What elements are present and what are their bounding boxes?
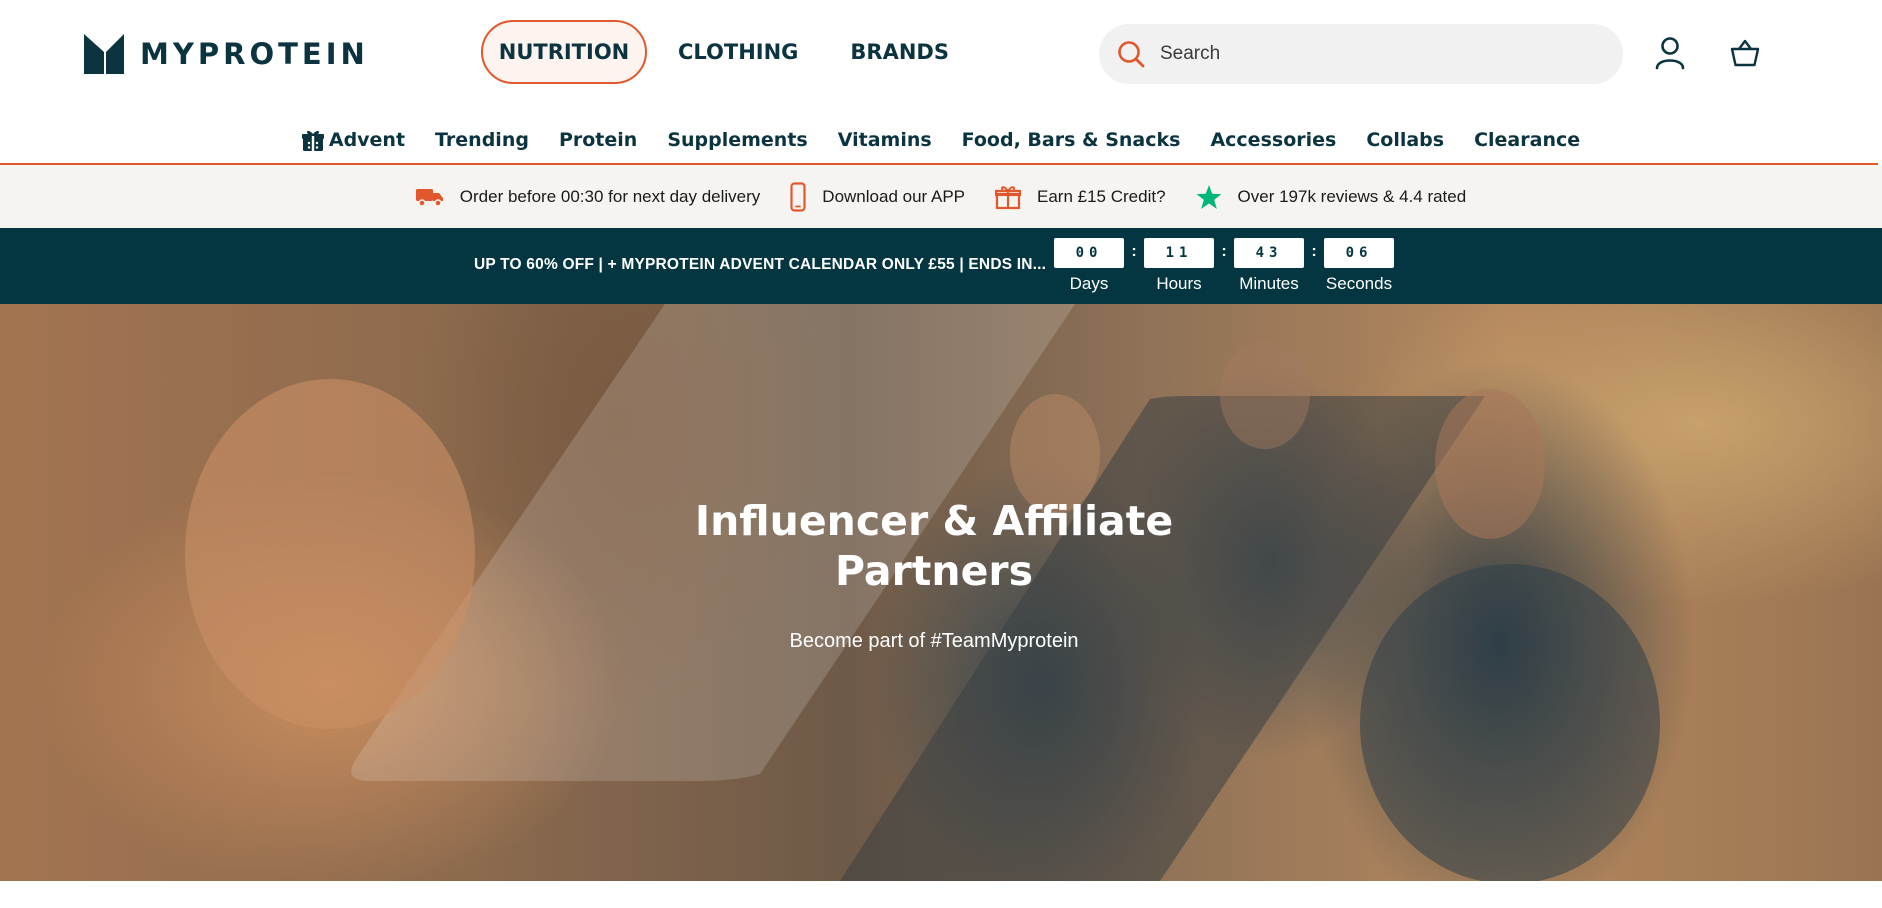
countdown-hours: 11 Hours xyxy=(1144,238,1214,294)
countdown-label: Minutes xyxy=(1239,274,1299,293)
countdown-value: 43 xyxy=(1234,238,1304,268)
promo-text: UP TO 60% OFF | + MYPROTEIN ADVENT CALEN… xyxy=(474,256,1047,273)
hero-title: Influencer & Affiliate Partners xyxy=(694,497,1174,595)
countdown-value: 06 xyxy=(1324,238,1394,268)
countdown-separator: : xyxy=(1311,243,1317,260)
usp-app[interactable]: Download our APP xyxy=(790,181,965,212)
account-icon[interactable] xyxy=(1655,36,1685,70)
basket-icon[interactable] xyxy=(1730,38,1760,68)
search-icon[interactable] xyxy=(1116,39,1146,69)
category-collabs[interactable]: Collabs xyxy=(1366,129,1444,151)
countdown-seconds: 06 Seconds xyxy=(1324,238,1394,294)
primary-nav: NUTRITION CLOTHING BRANDS xyxy=(481,20,980,84)
star-icon xyxy=(1196,184,1221,209)
myprotein-logo[interactable]: MYPROTEIN xyxy=(84,34,369,74)
countdown-minutes: 43 Minutes xyxy=(1234,238,1304,294)
logo-mark-icon xyxy=(84,34,124,74)
site-header: MYPROTEIN NUTRITION CLOTHING BRANDS Sear… xyxy=(0,0,1882,151)
category-protein[interactable]: Protein xyxy=(559,129,637,151)
category-advent[interactable]: Advent xyxy=(301,128,406,152)
usp-credit[interactable]: Earn £15 Credit? xyxy=(995,184,1166,210)
category-vitamins[interactable]: Vitamins xyxy=(838,129,932,151)
usp-bar: Order before 00:30 for next day delivery… xyxy=(0,165,1882,228)
countdown-label: Days xyxy=(1069,274,1109,293)
category-supplements[interactable]: Supplements xyxy=(667,129,807,151)
countdown-days: 00 Days xyxy=(1054,238,1124,294)
gift-icon xyxy=(995,185,1021,209)
logo-wordmark: MYPROTEIN xyxy=(140,37,369,71)
category-accessories[interactable]: Accessories xyxy=(1210,129,1336,151)
promo-banner[interactable]: UP TO 60% OFF | + MYPROTEIN ADVENT CALEN… xyxy=(0,228,1882,304)
usp-delivery[interactable]: Order before 00:30 for next day delivery xyxy=(415,186,761,208)
countdown-value: 11 xyxy=(1144,238,1214,268)
search-bar[interactable] xyxy=(1099,24,1623,84)
phone-icon xyxy=(790,181,806,212)
nav-clothing[interactable]: CLOTHING xyxy=(657,20,819,84)
usp-reviews[interactable]: Over 197k reviews & 4.4 rated xyxy=(1196,184,1467,210)
hero-subtitle: Become part of #TeamMyprotein xyxy=(789,630,1079,652)
category-food-bars-snacks[interactable]: Food, Bars & Snacks xyxy=(962,129,1181,151)
usp-text: Over 197k reviews & 4.4 rated xyxy=(1237,186,1467,206)
category-clearance[interactable]: Clearance xyxy=(1474,129,1580,151)
gift-icon xyxy=(301,130,324,151)
nav-brands[interactable]: BRANDS xyxy=(829,20,970,84)
search-input[interactable] xyxy=(1158,42,1602,66)
usp-text: Download our APP xyxy=(822,186,965,206)
category-label: Advent xyxy=(328,129,406,151)
countdown-separator: : xyxy=(1131,243,1137,260)
countdown-label: Seconds xyxy=(1325,274,1393,293)
countdown-label: Hours xyxy=(1156,274,1202,293)
countdown-value: 00 xyxy=(1054,238,1124,268)
countdown-separator: : xyxy=(1221,243,1227,260)
category-trending[interactable]: Trending xyxy=(435,129,529,151)
nav-nutrition[interactable]: NUTRITION xyxy=(481,20,647,84)
hero-banner[interactable]: Influencer & Affiliate Partners Become p… xyxy=(0,304,1882,881)
truck-icon xyxy=(415,188,443,207)
countdown-timer: 00 Days : 11 Hours : 43 Minutes : 06 Sec… xyxy=(1054,238,1394,294)
category-nav: Advent Trending Protein Supplements Vita… xyxy=(0,118,1882,162)
usp-text: Order before 00:30 for next day delivery xyxy=(459,186,761,206)
usp-text: Earn £15 Credit? xyxy=(1037,186,1166,206)
